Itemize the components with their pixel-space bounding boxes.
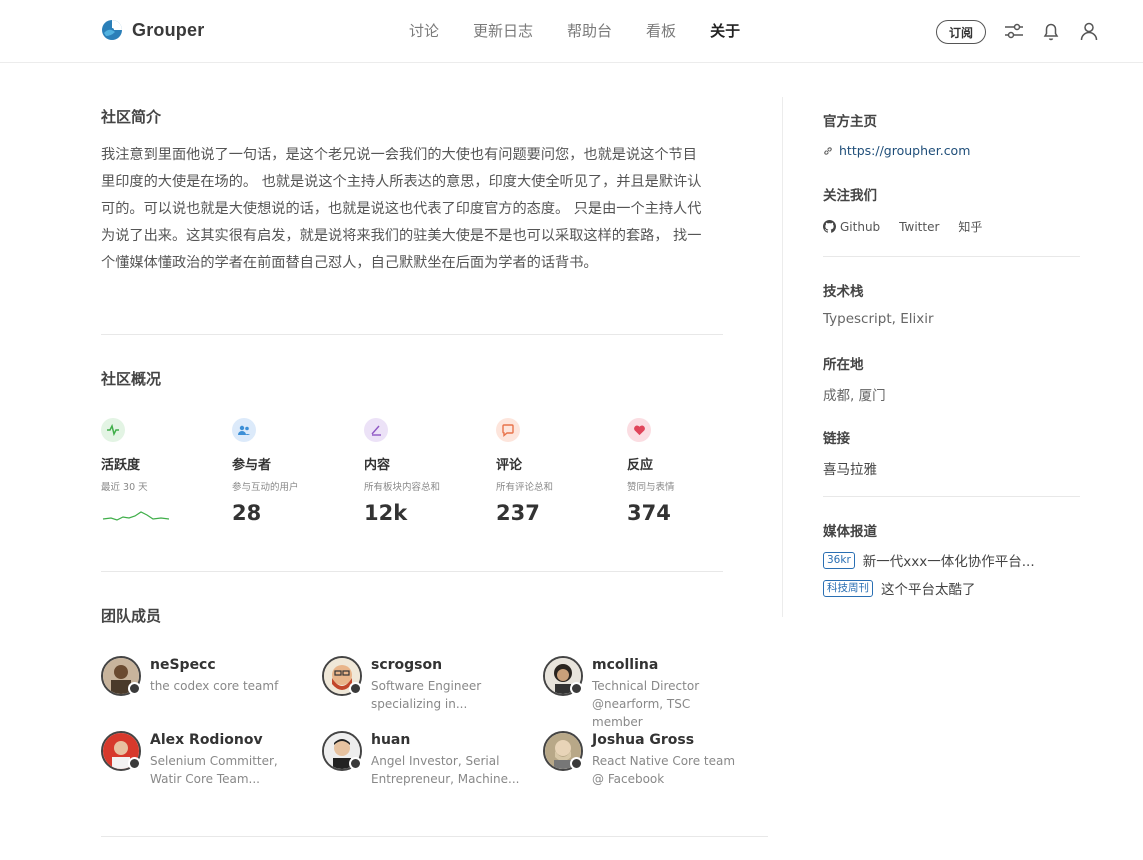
member-bio: the codex core teamf [150,679,279,693]
section-divider [101,334,723,335]
homepage-link[interactable]: https://groupher.com [823,143,970,158]
member-name[interactable]: Alex Rodionov [150,732,300,748]
github-icon [823,220,836,233]
team-member[interactable]: Joshua Gross React Native Core team @ Fa… [543,731,743,788]
github-label: Github [840,219,881,234]
member-bio: Software Engineer specializing in... [371,679,482,711]
follow-title: 关注我们 [823,188,877,204]
member-badge-icon [349,757,362,770]
press-text[interactable]: 这个平台太酷了 [881,578,976,598]
homepage-url[interactable]: https://groupher.com [839,143,970,158]
member-name[interactable]: neSpecc [150,657,300,673]
location-title: 所在地 [823,357,864,373]
stat-desc: 赞同与表情 [627,482,675,493]
subscribe-button[interactable]: 订阅 [936,20,986,44]
stat-activity: 活跃度 最近 30 天 [101,418,221,529]
logo-icon [102,20,122,40]
location-value: 成都, 厦门 [823,388,886,404]
links-title: 链接 [823,431,850,447]
sidebar-divider-h [823,496,1080,497]
sidebar-divider-h [823,256,1080,257]
member-badge-icon [570,682,583,695]
team-title: 团队成员 [101,607,162,625]
nav-changelog[interactable]: 更新日志 [473,20,533,42]
stat-participants: 参与者 参与互动的用户 28 [232,418,352,525]
press-item[interactable]: 36kr 新一代xxx一体化协作平台... [823,550,1035,570]
member-name[interactable]: huan [371,732,521,748]
stat-content: 内容 所有板块内容总和 12k [364,418,484,525]
main-nav: 讨论 更新日志 帮助台 看板 关于 [409,20,774,42]
follow-links: Github Twitter 知乎 [823,218,982,235]
overview-title: 社区概况 [101,370,162,388]
sidebar-divider [782,97,783,617]
stat-value: 374 [627,501,671,525]
team-member[interactable]: mcollina Technical Director @nearform, T… [543,656,743,731]
press-title: 媒体报道 [823,524,877,540]
stat-reactions: 反应 赞同与表情 374 [627,418,747,525]
member-badge-icon [128,757,141,770]
brand-name: Grouper [132,19,205,40]
press-tag: 科技周刊 [823,579,873,597]
intro-title: 社区简介 [101,108,162,126]
member-name[interactable]: mcollina [592,657,742,673]
github-link[interactable]: Github [823,218,880,235]
member-bio: React Native Core team @ Facebook [592,754,736,786]
pen-icon [364,418,388,442]
heart-icon [627,418,651,442]
twitter-link[interactable]: Twitter [899,218,939,235]
activity-sparkline [102,511,170,521]
member-badge-icon [570,757,583,770]
section-divider [101,571,723,572]
stat-desc: 参与互动的用户 [232,482,299,493]
section-divider [101,836,768,837]
tech-value: Typescript, Elixir [823,311,934,327]
activity-icon [101,418,125,442]
press-tag: 36kr [823,551,855,569]
link-icon [824,146,832,155]
team-member[interactable]: Alex Rodionov Selenium Committer, Watir … [101,731,301,788]
member-badge-icon [349,682,362,695]
stat-label: 参与者 [232,458,272,473]
member-badge-icon [128,682,141,695]
tech-title: 技术栈 [823,284,864,300]
team-member[interactable]: huan Angel Investor, Serial Entrepreneur… [322,731,522,788]
homepage-title: 官方主页 [823,114,877,130]
users-icon [232,418,256,442]
zhihu-link[interactable]: 知乎 [958,218,982,235]
member-bio: Angel Investor, Serial Entrepreneur, Mac… [371,754,520,786]
member-bio: Selenium Committer, Watir Core Team... [150,754,278,786]
nav-help[interactable]: 帮助台 [567,20,612,42]
team-member[interactable]: neSpecc the codex core teamf [101,656,301,696]
stat-desc: 所有评论总和 [496,482,554,493]
member-bio: Technical Director @nearform, TSC member [592,679,700,729]
links-value[interactable]: 喜马拉雅 [823,458,877,478]
settings-sliders-icon[interactable] [1003,20,1025,42]
nav-discussion[interactable]: 讨论 [409,20,439,42]
press-item[interactable]: 科技周刊 这个平台太酷了 [823,578,976,598]
comment-icon [496,418,520,442]
stat-comments: 评论 所有评论总和 237 [496,418,616,525]
press-text[interactable]: 新一代xxx一体化协作平台... [863,550,1035,570]
stat-desc: 所有板块内容总和 [364,482,441,493]
member-name[interactable]: Joshua Gross [592,732,742,748]
member-name[interactable]: scrogson [371,657,521,673]
nav-about[interactable]: 关于 [710,20,740,42]
stat-label: 内容 [364,458,391,473]
stat-label: 反应 [627,458,654,473]
stat-label: 活跃度 [101,458,141,473]
stat-value: 237 [496,501,540,525]
user-icon[interactable] [1078,20,1100,42]
stat-value: 12k [364,501,408,525]
stat-desc: 最近 30 天 [101,482,148,493]
brand-logo[interactable]: Grouper [101,19,204,41]
team-member[interactable]: scrogson Software Engineer specializing … [322,656,522,713]
top-header: Grouper 讨论 更新日志 帮助台 看板 关于 订阅 [0,0,1143,63]
stat-label: 评论 [496,458,523,473]
bell-icon[interactable] [1040,20,1062,42]
nav-kanban[interactable]: 看板 [646,20,676,42]
intro-text: 我注意到里面他说了一句话，是这个老兄说一会我们的大使也有问题要问您，也就是说这个… [101,147,702,271]
stat-value: 28 [232,501,262,525]
